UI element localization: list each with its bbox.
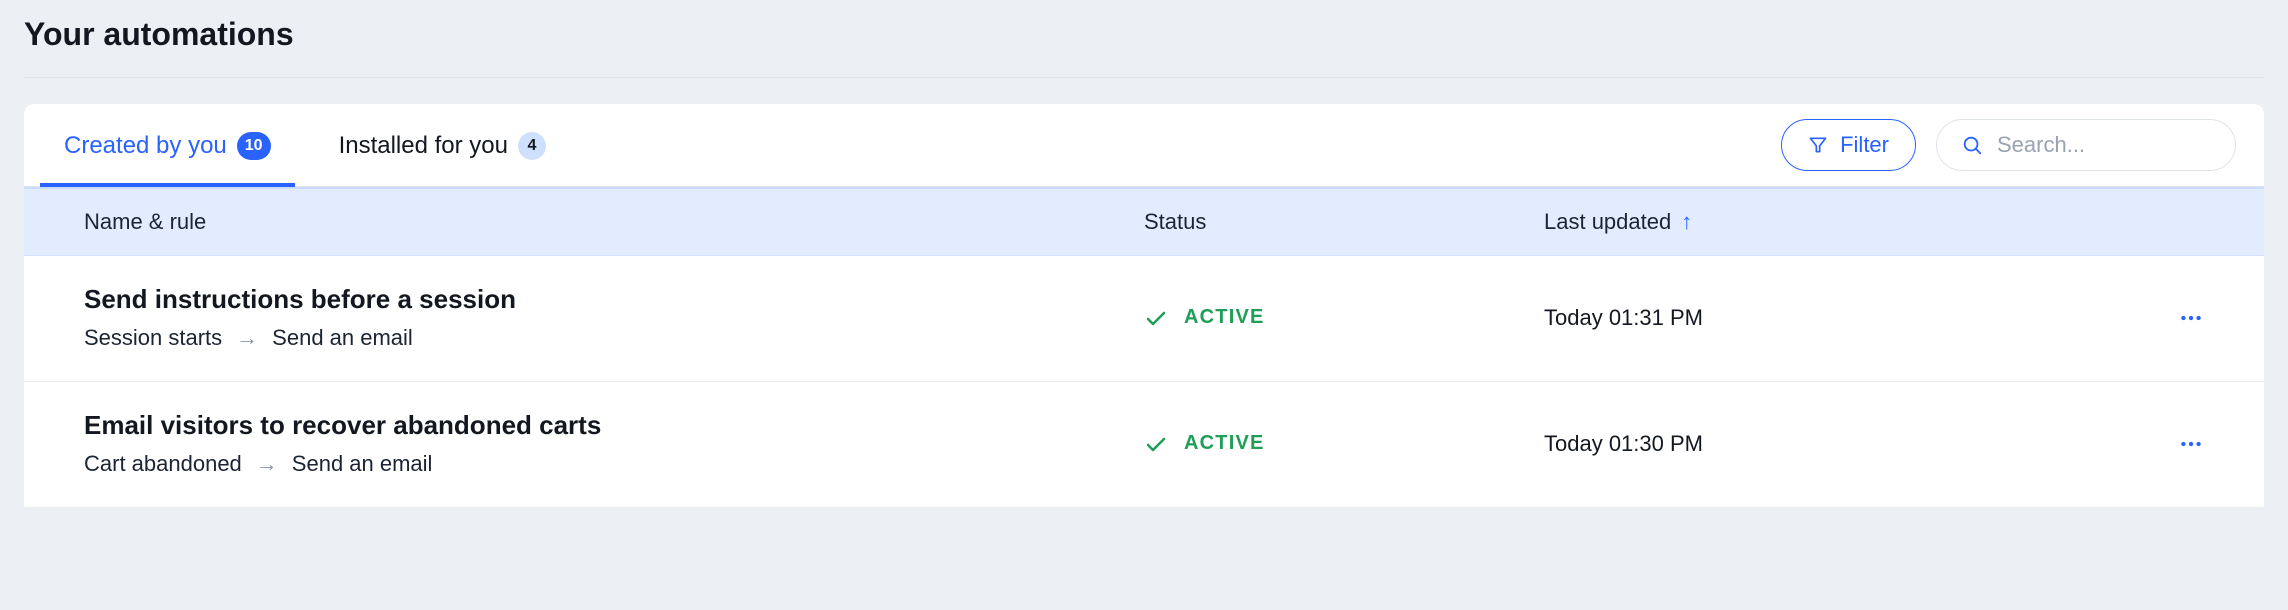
row-more-button[interactable] <box>2104 305 2204 331</box>
column-updated[interactable]: Last updated ↑ <box>1544 209 2104 235</box>
table-header: Name & rule Status Last updated ↑ <box>24 187 2264 256</box>
column-status[interactable]: Status <box>1144 209 1544 235</box>
tab-label: Installed for you <box>339 132 508 160</box>
tab-count-badge: 4 <box>518 132 546 160</box>
rule-trigger: Cart abandoned <box>84 451 242 477</box>
arrow-right-icon: → <box>236 325 258 351</box>
filter-label: Filter <box>1840 132 1889 158</box>
sort-asc-icon: ↑ <box>1681 209 1692 235</box>
cell-updated: Today 01:30 PM <box>1544 431 2104 457</box>
cell-status: ACTIVE <box>1144 306 1544 330</box>
header-actions: Filter <box>1781 119 2236 171</box>
rule-action: Send an email <box>272 325 413 351</box>
table-row[interactable]: Send instructions before a session Sessi… <box>24 256 2264 382</box>
status-badge: ACTIVE <box>1184 432 1265 455</box>
arrow-right-icon: → <box>256 451 278 477</box>
row-more-button[interactable] <box>2104 431 2204 457</box>
tab-installed-for-you[interactable]: Installed for you 4 <box>327 104 558 186</box>
rule-action: Send an email <box>292 451 433 477</box>
automation-title: Send instructions before a session <box>84 284 1144 315</box>
search-icon <box>1961 134 1983 156</box>
status-badge: ACTIVE <box>1184 306 1265 329</box>
tab-created-by-you[interactable]: Created by you 10 <box>52 104 283 186</box>
automation-rule: Session starts → Send an email <box>84 325 1144 351</box>
more-horizontal-icon <box>2178 431 2204 457</box>
rule-trigger: Session starts <box>84 325 222 351</box>
automations-card: Created by you 10 Installed for you 4 Fi… <box>24 104 2264 508</box>
more-horizontal-icon <box>2178 305 2204 331</box>
cell-status: ACTIVE <box>1144 432 1544 456</box>
check-icon <box>1144 432 1168 456</box>
table-row[interactable]: Email visitors to recover abandoned cart… <box>24 382 2264 508</box>
column-name[interactable]: Name & rule <box>84 209 1144 235</box>
cell-name: Send instructions before a session Sessi… <box>84 284 1144 351</box>
column-updated-label: Last updated <box>1544 209 1671 235</box>
tab-count-badge: 10 <box>237 132 271 160</box>
filter-icon <box>1808 135 1828 155</box>
page-title: Your automations <box>24 16 2264 78</box>
search-field[interactable] <box>1936 119 2236 171</box>
cell-name: Email visitors to recover abandoned cart… <box>84 410 1144 477</box>
column-status-label: Status <box>1144 209 1206 235</box>
check-icon <box>1144 306 1168 330</box>
card-header: Created by you 10 Installed for you 4 Fi… <box>24 104 2264 187</box>
tab-label: Created by you <box>64 132 227 160</box>
automation-rule: Cart abandoned → Send an email <box>84 451 1144 477</box>
tabs: Created by you 10 Installed for you 4 <box>52 104 558 186</box>
filter-button[interactable]: Filter <box>1781 119 1916 171</box>
search-input[interactable] <box>1997 132 2264 158</box>
automation-title: Email visitors to recover abandoned cart… <box>84 410 1144 441</box>
column-name-label: Name & rule <box>84 209 206 235</box>
cell-updated: Today 01:31 PM <box>1544 305 2104 331</box>
